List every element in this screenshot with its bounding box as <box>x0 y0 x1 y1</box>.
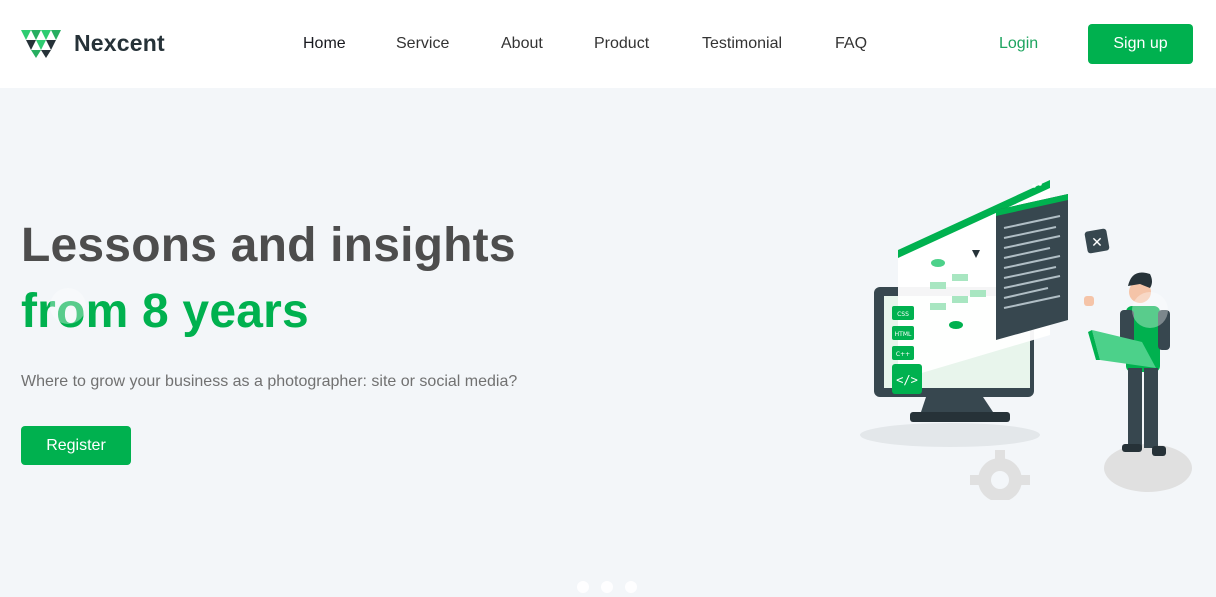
site-header: Nexcent Home Service About Product Testi… <box>0 0 1216 88</box>
developer-desk-illustration: CSS HTML C++ </> ✕ <box>860 180 1192 500</box>
nav-about[interactable]: About <box>501 34 594 54</box>
signup-button[interactable]: Sign up <box>1088 24 1193 64</box>
gear-icon <box>970 450 1030 500</box>
brand-logo[interactable]: Nexcent <box>21 28 165 58</box>
nav-product[interactable]: Product <box>594 34 702 54</box>
register-button[interactable]: Register <box>21 426 131 465</box>
svg-text:</>: </> <box>896 373 918 387</box>
login-link[interactable]: Login <box>999 34 1038 54</box>
slider-dots <box>577 581 649 593</box>
brand-name: Nexcent <box>74 29 165 56</box>
tag-html: HTML <box>895 331 912 338</box>
slider-dot[interactable] <box>601 581 613 593</box>
nav-faq[interactable]: FAQ <box>835 34 867 54</box>
nav-service[interactable]: Service <box>396 34 501 54</box>
nav-testimonial[interactable]: Testimonial <box>702 34 835 54</box>
main-nav: Home Service About Product Testimonial F… <box>303 34 867 54</box>
tag-cpp: C++ <box>896 351 910 358</box>
slider-dot[interactable] <box>577 581 589 593</box>
slider-dot-active[interactable] <box>625 581 637 593</box>
decorative-bubble <box>50 288 86 324</box>
hero-title: Lessons and insights <box>21 219 516 272</box>
tag-css: CSS <box>897 311 909 318</box>
hero-section: Lessons and insights from 8 years Where … <box>0 88 1216 597</box>
hero-subtitle: Where to grow your business as a photogr… <box>21 373 518 390</box>
close-icon: ✕ <box>1091 235 1103 251</box>
nexcent-logo-icon <box>21 30 61 58</box>
nav-home[interactable]: Home <box>303 34 396 54</box>
